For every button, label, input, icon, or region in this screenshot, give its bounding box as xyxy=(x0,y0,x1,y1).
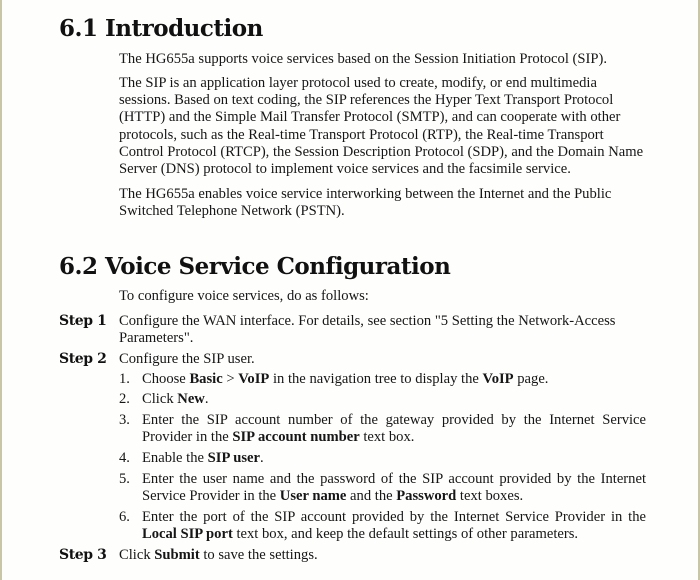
ui-term: New xyxy=(177,391,205,407)
step-label: Step 1 xyxy=(59,313,107,329)
substep-2: 2. Click New. xyxy=(119,391,646,408)
ui-term: Submit xyxy=(154,547,200,563)
ui-term: SIP account number xyxy=(232,429,360,446)
substep-text: Choose Basic > VoIP in the navigation tr… xyxy=(142,371,549,387)
ui-term: SIP user xyxy=(207,450,260,466)
document-page: 6.1 Introduction The HG655a supports voi… xyxy=(0,0,700,580)
step-text: Configure the WAN interface. For details… xyxy=(119,313,616,347)
ui-term: VoIP xyxy=(482,371,514,387)
substep-4: 4. Enable the SIP user. xyxy=(119,450,646,467)
intro-paragraph-2: The SIP is an application layer protocol… xyxy=(119,75,644,178)
substep-text: Click New. xyxy=(142,391,209,407)
procedure-intro: To configure voice services, do as follo… xyxy=(119,288,369,304)
substep-text: Enter the port of the SIP account provid… xyxy=(142,509,646,543)
substep-number: 2. xyxy=(119,391,130,407)
ui-term: Password xyxy=(396,488,457,505)
substep-text: Enter the user name and the password of … xyxy=(142,471,646,505)
ui-term: VoIP xyxy=(238,371,270,387)
section-title-introduction: 6.1 Introduction xyxy=(59,15,263,42)
substep-3: 3. Enter the SIP account number of the g… xyxy=(119,412,646,446)
substep-number: 4. xyxy=(119,450,130,466)
section-title-voice-service-configuration: 6.2 Voice Service Configuration xyxy=(59,253,451,280)
substep-number: 5. xyxy=(119,471,130,487)
step-label: Step 3 xyxy=(59,547,107,563)
ui-term: User name xyxy=(279,488,347,505)
intro-paragraph-3: The HG655a enables voice service interwo… xyxy=(119,186,612,220)
step-text: Configure the SIP user. xyxy=(119,351,255,367)
substep-text: Enter the SIP account number of the gate… xyxy=(142,412,646,446)
ui-term: Basic xyxy=(189,371,223,387)
substep-1: 1. Choose Basic > VoIP in the navigation… xyxy=(119,371,646,388)
substep-number: 3. xyxy=(119,412,130,428)
substep-number: 6. xyxy=(119,509,130,525)
substep-number: 1. xyxy=(119,371,130,387)
ui-term: Local SIP port xyxy=(142,526,233,543)
substep-6: 6. Enter the port of the SIP account pro… xyxy=(119,509,646,543)
intro-paragraph-1: The HG655a supports voice services based… xyxy=(119,51,607,67)
substep-text: Enable the SIP user. xyxy=(142,450,264,466)
substep-5: 5. Enter the user name and the password … xyxy=(119,471,646,505)
step-label: Step 2 xyxy=(59,351,107,367)
step-text: Click Submit to save the settings. xyxy=(119,547,318,563)
